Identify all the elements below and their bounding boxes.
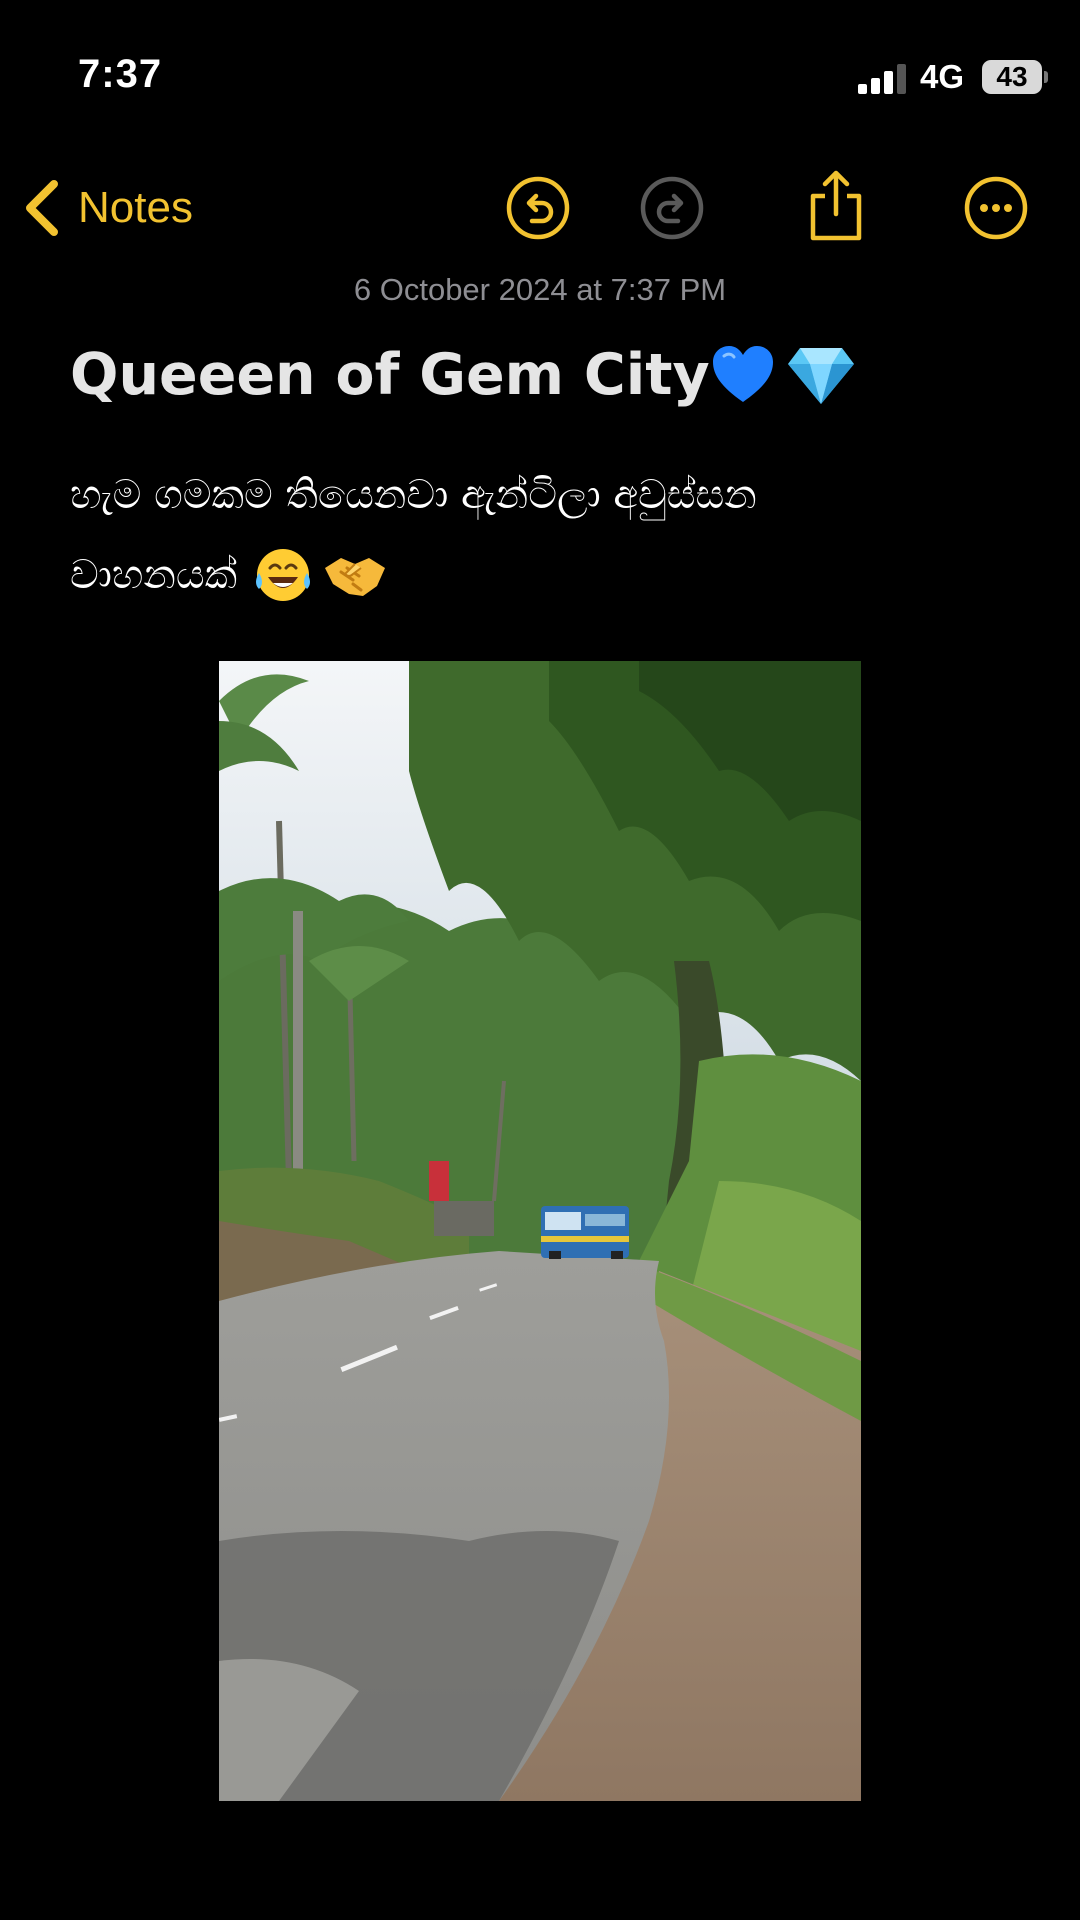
note-body-line: වාහනයක් (70, 535, 950, 615)
cellular-signal-icon (858, 62, 908, 94)
battery-nub (1044, 71, 1048, 83)
chevron-left-icon (26, 180, 58, 236)
photo-attachment[interactable] (219, 661, 861, 1801)
battery-icon: 43 (982, 60, 1042, 94)
share-icon[interactable] (803, 168, 869, 244)
gem-icon (787, 348, 854, 404)
handshake-icon (325, 558, 386, 596)
road-photo (219, 661, 861, 1801)
note-body-text: වාහනයක් (70, 552, 238, 598)
note-body-line: හැම ගමකම තියෙනවා ඇන්ටිලා අවුස්සන (70, 472, 757, 518)
note-title-text: Queeen of Gem City (70, 342, 710, 408)
tears-of-joy-icon (256, 549, 311, 601)
note-title[interactable]: Queeen of Gem City (70, 342, 856, 408)
note-timestamp: 6 October 2024 at 7:37 PM (353, 272, 727, 307)
notes-screen: 7:37 4G 43 Notes 6 October 2024 at 7:37 … (0, 0, 1080, 1920)
network-type: 4G (920, 58, 965, 95)
status-time: 7:37 (78, 52, 163, 96)
undo-icon[interactable] (505, 175, 571, 241)
more-icon[interactable] (963, 175, 1029, 241)
bus (541, 1206, 629, 1259)
back-button[interactable]: Notes (22, 176, 193, 240)
battery-percent: 43 (996, 61, 1028, 92)
blue-heart-icon (712, 346, 773, 402)
redo-icon[interactable] (639, 175, 705, 241)
note-body[interactable]: හැම ගමකම තියෙනවා ඇන්ටිලා අවුස්සන වාහනයක් (70, 455, 950, 615)
back-label: Notes (78, 183, 193, 232)
